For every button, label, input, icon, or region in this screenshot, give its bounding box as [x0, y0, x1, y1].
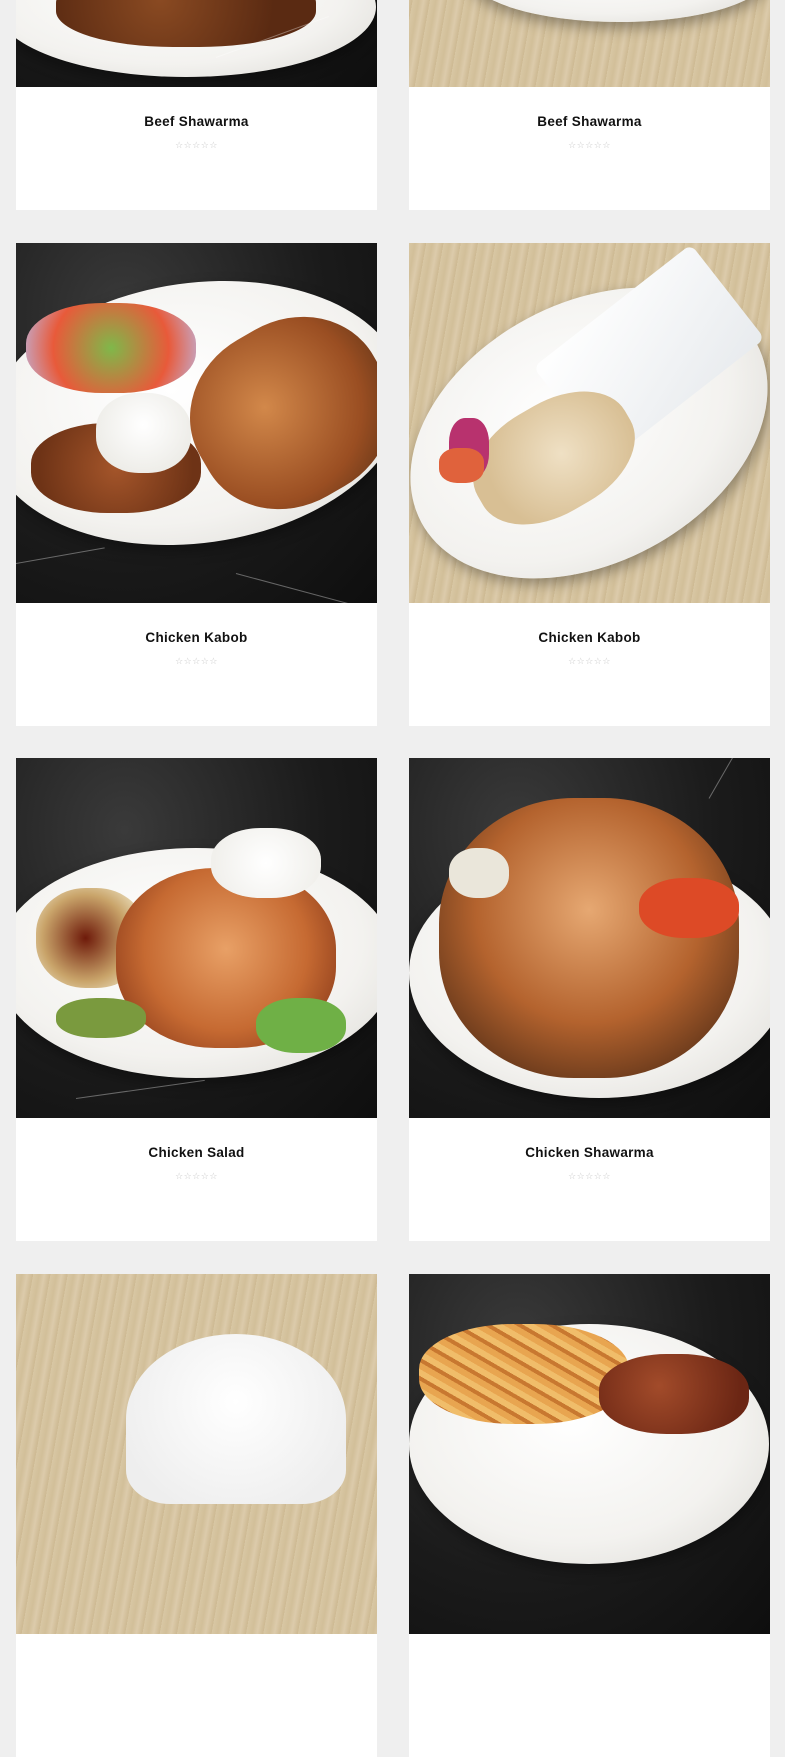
product-title[interactable]: Chicken Salad	[16, 1145, 377, 1160]
product-card[interactable]: Beef Shawarma ☆☆☆☆☆	[16, 0, 377, 210]
star-rating: ☆☆☆☆☆	[568, 140, 611, 150]
product-image[interactable]	[409, 758, 770, 1118]
product-card[interactable]: Chicken Kabob ☆☆☆☆☆	[409, 243, 770, 726]
product-image[interactable]	[409, 0, 770, 87]
star-rating: ☆☆☆☆☆	[175, 656, 218, 666]
product-title[interactable]: Chicken Shawarma	[409, 1145, 770, 1160]
product-grid: Beef Shawarma ☆☆☆☆☆ Beef Shawarma ☆☆☆☆☆ …	[0, 0, 785, 1757]
star-rating: ☆☆☆☆☆	[568, 1171, 611, 1181]
product-card[interactable]	[16, 1274, 377, 1757]
product-card[interactable]	[409, 1274, 770, 1757]
product-image[interactable]	[16, 0, 377, 87]
star-rating: ☆☆☆☆☆	[175, 1171, 218, 1181]
product-title[interactable]: Chicken Kabob	[409, 630, 770, 645]
product-title[interactable]: Beef Shawarma	[16, 114, 377, 129]
product-image[interactable]	[16, 758, 377, 1118]
star-rating: ☆☆☆☆☆	[568, 656, 611, 666]
product-image[interactable]	[16, 1274, 377, 1634]
product-card[interactable]: Chicken Kabob ☆☆☆☆☆	[16, 243, 377, 726]
product-title[interactable]: Chicken Kabob	[16, 630, 377, 645]
star-rating: ☆☆☆☆☆	[175, 140, 218, 150]
product-card[interactable]: Chicken Salad ☆☆☆☆☆	[16, 758, 377, 1241]
product-image[interactable]	[409, 1274, 770, 1634]
product-card[interactable]: Beef Shawarma ☆☆☆☆☆	[409, 0, 770, 210]
product-image[interactable]	[409, 243, 770, 603]
product-title[interactable]: Beef Shawarma	[409, 114, 770, 129]
product-image[interactable]	[16, 243, 377, 603]
product-card[interactable]: Chicken Shawarma ☆☆☆☆☆	[409, 758, 770, 1241]
